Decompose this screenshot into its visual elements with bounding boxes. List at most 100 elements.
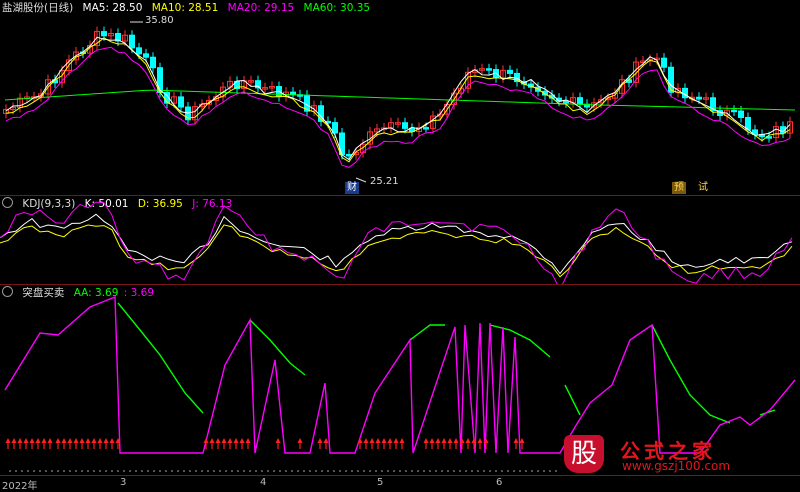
buy-arrow-head <box>387 438 393 443</box>
buy-arrow-head <box>375 438 381 443</box>
main-price-panel[interactable]: 盐湖股份(日线) MA5: 28.50 MA10: 28.51 MA20: 29… <box>0 0 800 196</box>
buy-arrow-head <box>441 438 447 443</box>
buy-arrow-head <box>85 438 91 443</box>
candle-body <box>577 97 583 105</box>
time-dot <box>195 470 197 472</box>
time-axis: 2022年 3 4 5 6 <box>0 475 800 492</box>
time-dot <box>57 470 59 472</box>
time-dot <box>63 470 65 472</box>
time-dot <box>423 470 425 472</box>
time-dot <box>501 470 503 472</box>
time-dot <box>513 470 515 472</box>
buy-arrow-head <box>61 438 67 443</box>
time-dot <box>27 470 29 472</box>
time-dot <box>525 470 527 472</box>
candle-body <box>423 127 429 130</box>
time-dot <box>483 470 485 472</box>
buy-arrow-head <box>17 438 23 443</box>
time-dot <box>177 470 179 472</box>
low-price-label: 25.21 <box>370 176 399 187</box>
time-dot <box>339 470 341 472</box>
candle-body <box>150 56 156 69</box>
time-dot <box>285 470 287 472</box>
time-dot <box>51 470 53 472</box>
time-dot <box>393 470 395 472</box>
time-dot <box>159 470 161 472</box>
time-dot <box>507 470 509 472</box>
time-dot <box>495 470 497 472</box>
time-dot <box>267 470 269 472</box>
time-dot <box>129 470 131 472</box>
time-dot <box>69 470 71 472</box>
time-dot <box>99 470 101 472</box>
time-dot <box>87 470 89 472</box>
buy-arrow-head <box>97 438 103 443</box>
forecast-badge[interactable]: 预 <box>672 182 686 194</box>
candle-body <box>101 31 107 37</box>
buy-arrow-head <box>453 438 459 443</box>
buy-arrow-head <box>91 438 97 443</box>
buy-arrow-head <box>513 438 519 443</box>
buy-arrow-head <box>447 438 453 443</box>
candle-body <box>136 47 142 55</box>
time-dot <box>39 470 41 472</box>
aa-line-green <box>249 319 306 376</box>
aa-line-green <box>409 324 445 341</box>
time-dot <box>471 470 473 472</box>
buy-arrow-head <box>35 438 41 443</box>
time-dot <box>291 470 293 472</box>
candle-body <box>696 96 702 100</box>
time-dot <box>351 470 353 472</box>
axis-label-month: 4 <box>260 477 267 488</box>
candle-body <box>402 122 408 129</box>
buy-arrow-head <box>519 438 525 443</box>
candle-body <box>731 109 737 113</box>
time-dot <box>441 470 443 472</box>
time-dot <box>201 470 203 472</box>
time-dot <box>279 470 281 472</box>
time-dot <box>531 470 533 472</box>
test-badge[interactable]: 试 <box>696 182 710 194</box>
site-watermark: 股 公式之家 www.gszj100.com <box>560 435 800 475</box>
buy-arrow-head <box>55 438 61 443</box>
buy-arrow-head <box>245 438 251 443</box>
time-dot <box>345 470 347 472</box>
kdj-panel[interactable]: KDJ(9,3,3) K: 50.01 D: 36.95 J: 76.13 <box>0 196 800 284</box>
candle-body <box>486 68 492 71</box>
candle-body <box>668 66 674 93</box>
candle-body <box>661 57 667 68</box>
axis-label-month: 6 <box>496 477 503 488</box>
time-dot <box>399 470 401 472</box>
time-dot <box>123 470 125 472</box>
finance-badge[interactable]: 财 <box>345 182 359 194</box>
time-dot <box>81 470 83 472</box>
time-dot <box>33 470 35 472</box>
time-dot <box>141 470 143 472</box>
candle-body <box>178 96 184 108</box>
time-dot <box>93 470 95 472</box>
time-dot <box>405 470 407 472</box>
buy-arrow-head <box>103 438 109 443</box>
time-dot <box>327 470 329 472</box>
axis-label-year: 2022年 <box>2 481 38 492</box>
aa-line-magenta <box>4 295 796 454</box>
watermark-url: www.gszj100.com <box>622 459 731 473</box>
time-dot <box>459 470 461 472</box>
kdj-chart[interactable] <box>0 196 800 284</box>
time-dot <box>189 470 191 472</box>
time-dot <box>303 470 305 472</box>
time-dot <box>435 470 437 472</box>
time-dot <box>333 470 335 472</box>
candlestick-chart[interactable] <box>0 0 800 196</box>
time-dot <box>135 470 137 472</box>
buy-arrow-head <box>41 438 47 443</box>
aa-line-green <box>489 324 551 358</box>
buy-arrow-head <box>275 438 281 443</box>
high-price-label: 35.80 <box>145 15 174 26</box>
candle-body <box>143 53 149 58</box>
time-dot <box>315 470 317 472</box>
aa-line-green <box>564 384 581 416</box>
buy-arrow-head <box>11 438 17 443</box>
time-dot <box>75 470 77 472</box>
buy-arrow-head <box>323 438 329 443</box>
